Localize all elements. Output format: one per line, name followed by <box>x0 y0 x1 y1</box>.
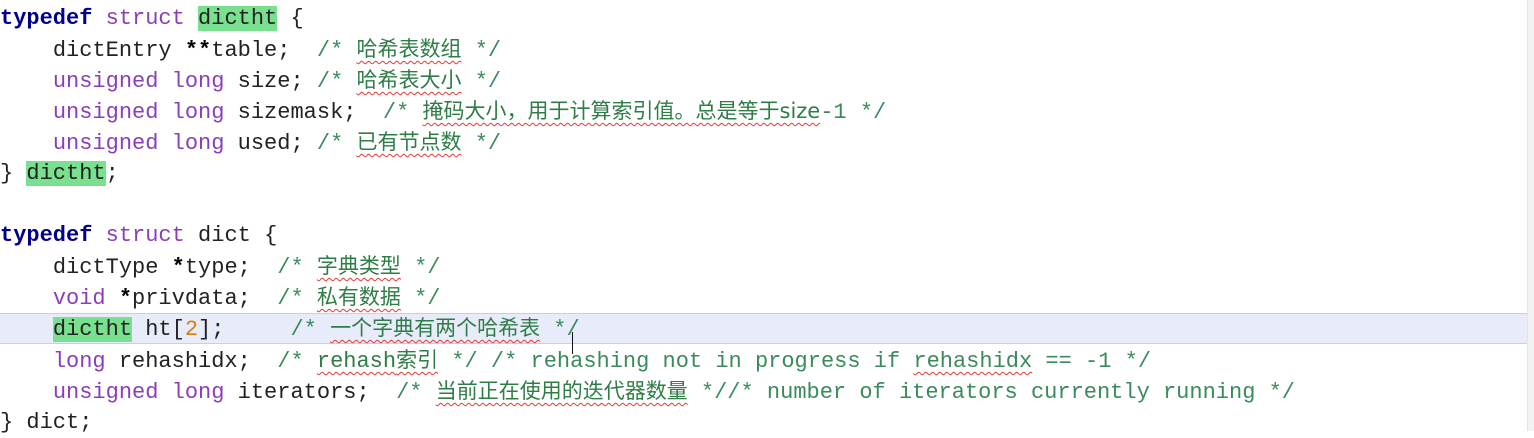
code-line-6: } dictht; <box>0 158 1528 189</box>
dictht-struct-name: dictht <box>198 6 278 31</box>
code-line-3: unsigned long size; /* 哈希表大小 */ <box>0 65 1528 96</box>
field-type: long <box>52 349 106 374</box>
field-type: dictType <box>52 255 159 280</box>
array-size: 2 <box>184 317 199 342</box>
comment-open: /* <box>382 100 410 125</box>
code-line-1: typedef struct dictht { <box>0 3 1528 34</box>
comment-open: /* <box>290 317 317 342</box>
comment-tail: == -1 */ <box>1045 349 1152 374</box>
comment-word-rehashidx: rehashidx <box>913 349 1033 374</box>
comment-close: *//* number of iterators currently runni… <box>700 380 1296 405</box>
field-type: void <box>52 286 106 311</box>
field-name: size; <box>237 69 304 94</box>
comment-text: 一个字典有两个哈希表 <box>330 316 541 340</box>
vertical-scrollbar[interactable] <box>1527 0 1534 431</box>
struct-keyword: struct <box>105 6 185 31</box>
comment-middle: */ /* rehashing not in progress if <box>451 349 901 374</box>
code-line-5: unsigned long used; /* 已有节点数 */ <box>0 127 1528 158</box>
code-line-8: typedef struct dict { <box>0 220 1528 251</box>
field-name: type; <box>184 255 251 280</box>
open-brace: { <box>290 6 304 31</box>
comment-close: */ <box>414 286 441 311</box>
code-line-9: dictType *type; /* 字典类型 */ <box>0 251 1528 282</box>
comment-close: */ <box>474 131 502 156</box>
field-name: used; <box>237 131 304 156</box>
comment-text: 私有数据 <box>316 285 401 309</box>
code-editor[interactable]: typedef struct dictht { dictEntry **tabl… <box>0 0 1534 435</box>
typedef-keyword: typedef <box>0 6 93 31</box>
code-line-12: long rehashidx; /* rehash索引 */ /* rehash… <box>0 345 1528 376</box>
comment-tail: -1 <box>820 100 847 125</box>
pointer-op: * <box>171 255 185 280</box>
comment-text: 哈希表大小 <box>356 68 462 92</box>
field-type: unsigned long <box>52 69 225 94</box>
close-brace: } <box>0 161 14 186</box>
field-name: iterators; <box>237 380 370 405</box>
comment-text: 已有节点数 <box>356 130 462 154</box>
field-name: sizemask; <box>237 100 357 125</box>
comment-close: */ <box>474 69 502 94</box>
text-cursor <box>572 332 573 354</box>
dict-struct-name: dict <box>198 223 251 248</box>
comment-close: */ <box>474 38 502 63</box>
comment-open: /* <box>396 380 423 405</box>
code-line-10: void *privdata; /* 私有数据 */ <box>0 282 1528 313</box>
field-type: unsigned long <box>52 131 225 156</box>
struct-keyword: struct <box>105 223 185 248</box>
comment-word-rehash: rehash <box>316 349 397 374</box>
comment-close: */ <box>859 100 887 125</box>
comment-open: /* <box>316 69 344 94</box>
comment-open: /* <box>316 38 344 63</box>
typedef-keyword: typedef <box>0 223 93 248</box>
close-brace: } <box>0 410 14 435</box>
field-name: privdata; <box>132 286 251 311</box>
comment-close: */ <box>553 317 580 342</box>
dictht-typedef-name: dictht <box>26 161 106 186</box>
code-line-14: } dict; <box>0 407 1528 438</box>
field-name-end: ]; <box>198 317 225 342</box>
comment-open: /* <box>277 255 304 280</box>
code-line-4: unsigned long sizemask; /* 掩码大小，用于计算索引值。… <box>0 96 1528 127</box>
field-name: rehashidx; <box>118 349 251 374</box>
field-type: dictht <box>52 317 133 342</box>
code-line-2: dictEntry **table; /* 哈希表数组 */ <box>0 34 1528 65</box>
field-type: unsigned long <box>52 100 225 125</box>
semicolon: ; <box>105 161 119 186</box>
comment-open: /* <box>316 131 344 156</box>
comment-open: /* <box>277 286 304 311</box>
pointer-op: ** <box>184 38 212 63</box>
comment-text: 字典类型 <box>316 254 401 278</box>
comment-text: 当前正在使用的迭代器数量 <box>435 379 688 403</box>
comment-text: 索引 <box>396 348 439 372</box>
open-brace: { <box>264 223 278 248</box>
comment-open: /* <box>277 349 304 374</box>
dict-typedef-name: dict; <box>26 410 93 435</box>
comment-text: 哈希表数组 <box>356 37 462 61</box>
code-line-11-current: dictht ht[2]; /* 一个字典有两个哈希表 */ <box>0 313 1528 344</box>
comment-text: 掩码大小，用于计算索引值。总是等于size <box>422 99 821 123</box>
comment-close: */ <box>414 255 441 280</box>
pointer-op: * <box>118 286 133 311</box>
field-name: ht[ <box>145 317 185 342</box>
field-type: dictEntry <box>52 38 172 63</box>
field-type: unsigned long <box>52 380 225 405</box>
field-name: table; <box>211 38 291 63</box>
code-line-13: unsigned long iterators; /* 当前正在使用的迭代器数量… <box>0 376 1528 407</box>
